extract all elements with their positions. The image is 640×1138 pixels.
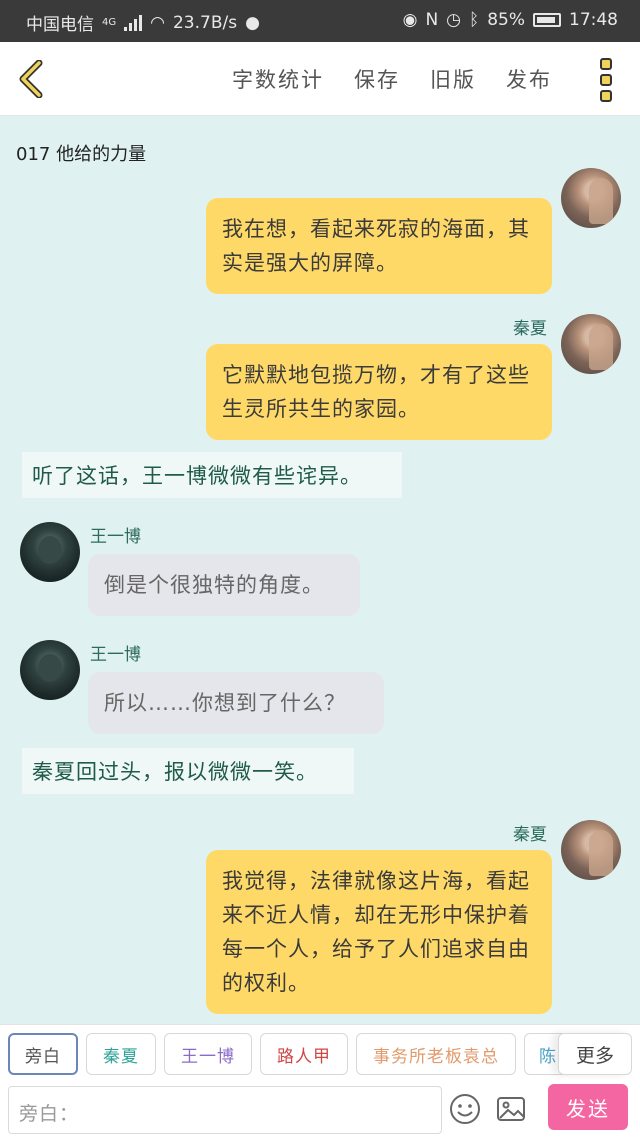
- nfc-icon: N: [425, 10, 439, 30]
- alarm-icon: ◷: [446, 10, 461, 30]
- old-version-button[interactable]: 旧版: [430, 64, 476, 94]
- speaker-name-wangyibo: 王一博: [90, 645, 141, 665]
- ghost-icon: ●: [245, 12, 260, 33]
- back-button[interactable]: [10, 56, 54, 102]
- chevron-left-icon: [19, 60, 43, 98]
- battery-percent: 85%: [487, 10, 525, 30]
- send-button[interactable]: 发送: [548, 1084, 628, 1130]
- more-menu-button[interactable]: [600, 58, 616, 102]
- status-bar: 中国电信 4G ◠ 23.7B/s ● ◉ N ◷ ᛒ 85% 17:48: [0, 0, 640, 42]
- message-bubble-right[interactable]: 它默默地包揽万物，才有了这些生灵所共生的家园。: [206, 344, 552, 440]
- avatar-qinxia[interactable]: [561, 314, 621, 374]
- publish-button[interactable]: 发布: [506, 64, 552, 94]
- avatar-wangyibo[interactable]: [20, 640, 80, 700]
- role-chip-narrator[interactable]: 旁白: [8, 1033, 78, 1075]
- message-bubble-right[interactable]: 我在想，看起来死寂的海面，其实是强大的屏障。: [206, 198, 552, 294]
- word-count-button[interactable]: 字数统计: [232, 64, 324, 94]
- avatar-qinxia[interactable]: [561, 168, 621, 228]
- network-type: 4G: [102, 17, 117, 28]
- role-chip-boss-yuan[interactable]: 事务所老板袁总: [356, 1033, 516, 1075]
- wifi-icon: ◠: [150, 12, 165, 33]
- composer-bar: 旁白： 发送: [0, 1082, 640, 1138]
- menu-dot-icon: [600, 74, 612, 86]
- signal-icon: [124, 14, 143, 31]
- eye-icon: ◉: [402, 10, 418, 30]
- clock: 17:48: [569, 10, 618, 30]
- menu-dot-icon: [600, 90, 612, 102]
- speaker-name-qinxia: 秦夏: [513, 319, 547, 339]
- narration-text[interactable]: 听了这话，王一博微微有些诧异。: [22, 452, 402, 498]
- avatar-wangyibo[interactable]: [20, 522, 80, 582]
- role-chip-wangyibo[interactable]: 王一博: [164, 1033, 252, 1075]
- role-selector-bar: 旁白 秦夏 王一博 路人甲 事务所老板袁总 陈 更多: [0, 1024, 640, 1082]
- save-button[interactable]: 保存: [354, 64, 400, 94]
- more-roles-button[interactable]: 更多: [558, 1033, 632, 1075]
- message-bubble-right[interactable]: 我觉得，法律就像这片海，看起来不近人情，却在无形中保护着每一个人，给予了人们追求…: [206, 850, 552, 1014]
- top-toolbar: 字数统计 保存 旧版 发布: [0, 42, 640, 116]
- role-chip-passerby[interactable]: 路人甲: [260, 1033, 348, 1075]
- role-chip-qinxia[interactable]: 秦夏: [86, 1033, 156, 1075]
- message-input[interactable]: 旁白：: [8, 1086, 442, 1134]
- message-bubble-left[interactable]: 倒是个很独特的角度。: [88, 554, 360, 616]
- carrier-label: 中国电信: [26, 15, 94, 35]
- network-speed: 23.7B/s: [172, 12, 238, 33]
- speaker-name-qinxia: 秦夏: [513, 825, 547, 845]
- battery-icon: [533, 13, 561, 27]
- bluetooth-icon: ᛒ: [469, 10, 480, 30]
- image-icon[interactable]: [494, 1092, 528, 1126]
- smiley-icon[interactable]: [448, 1092, 482, 1126]
- narration-text[interactable]: 秦夏回过头，报以微微一笑。: [22, 748, 354, 794]
- menu-dot-icon: [600, 58, 612, 70]
- speaker-name-wangyibo: 王一博: [90, 527, 141, 547]
- message-bubble-left[interactable]: 所以……你想到了什么？: [88, 672, 384, 734]
- avatar-qinxia[interactable]: [561, 820, 621, 880]
- chapter-title: 017 他给的力量: [16, 144, 147, 165]
